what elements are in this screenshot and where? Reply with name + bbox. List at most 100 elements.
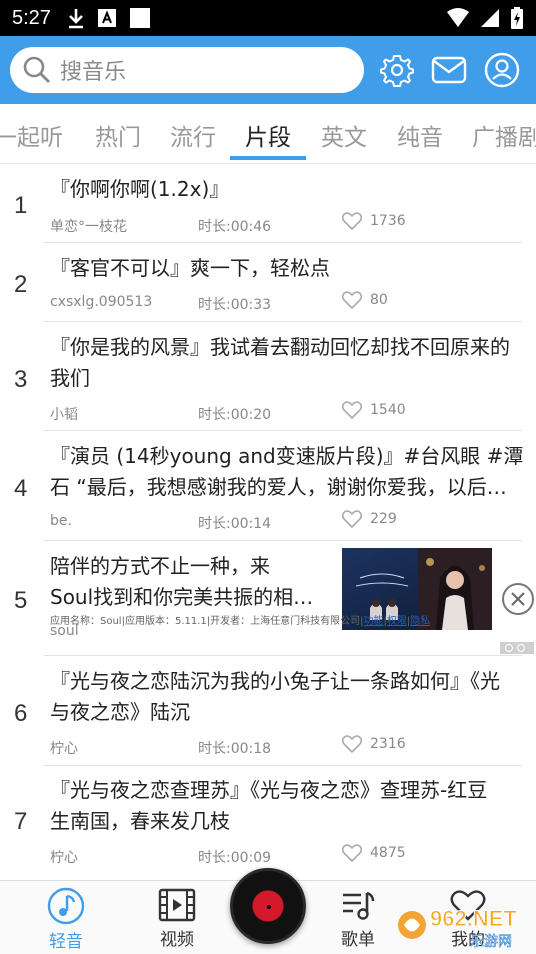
nav-playlist[interactable]: 歌单 [318, 887, 398, 950]
ad-app-info: 应用名称：Soul|应用版本：5.11.1|开发者：上海任意门科技有限公司|功能… [50, 616, 431, 627]
like-count: 80 [370, 292, 388, 308]
like-button[interactable]: 4875 [342, 844, 406, 862]
like-count: 1540 [370, 402, 406, 418]
like-count: 2316 [370, 736, 406, 752]
tab-radio-drama[interactable]: 广播剧 [472, 118, 536, 152]
profile-button[interactable] [482, 50, 522, 90]
list-item[interactable]: 6 『光与夜之恋陆沉为我的小兔子让一条路如何』《光 与夜之恋》陆沉 柠心 时长:… [0, 656, 536, 765]
like-count: 1736 [370, 213, 406, 229]
user-icon [484, 52, 520, 88]
nav-label: 视频 [160, 930, 194, 950]
ad-link-function[interactable]: 功能 [364, 616, 384, 627]
download-icon [68, 9, 83, 29]
list-item[interactable]: 7 『光与夜之恋查理苏』《光与夜之恋》查理苏-红豆 生南国，春来发几枝 柠心 时… [0, 766, 536, 875]
like-button[interactable]: 2316 [342, 735, 406, 753]
active-tab-indicator [230, 156, 306, 160]
song-duration: 时长:00:14 [198, 516, 272, 532]
ad-close-button[interactable] [502, 583, 534, 615]
category-tabs: 一起听 热门 流行 片段 英文 纯音 广播剧 [0, 104, 536, 164]
song-title-line-1: 『演员 (14秒young and变速版片段)』#台风眼 #潭 [50, 444, 524, 468]
heart-icon [342, 844, 362, 862]
search-icon [23, 56, 50, 83]
song-title: 『客官不可以』爽一下，轻松点 [50, 256, 330, 280]
search-placeholder: 搜音乐 [60, 60, 127, 85]
song-title-line-2: 与夜之恋》陆沉 [50, 700, 190, 724]
tab-english[interactable]: 英文 [321, 118, 367, 152]
film-icon [158, 888, 196, 922]
song-title-line-1: 『你是我的风景』我试着去翻动回忆却找不回原来的 [50, 335, 510, 359]
heart-icon [342, 735, 362, 753]
playlist-icon [343, 891, 375, 920]
song-user: cxsxlg.090513 [50, 294, 153, 310]
nav-label: 轻音 [49, 932, 83, 952]
song-user: be. [50, 513, 72, 529]
messages-button[interactable] [429, 50, 469, 90]
ad-link-privacy[interactable]: 隐私 [410, 616, 430, 627]
song-title-line-2: 生南国，春来发几枝 [50, 809, 230, 833]
search-input[interactable]: 搜音乐 [10, 47, 364, 93]
song-title-line-2: 石 “最后，我想感谢我的爱人，谢谢你爱我，以后… [50, 475, 507, 499]
ad-mark-icon [500, 642, 534, 654]
song-user: 小韬 [50, 407, 78, 423]
row-number: 7 [14, 808, 28, 835]
song-user: 单恋°一枝花 [50, 219, 127, 235]
song-duration: 时长:00:33 [198, 297, 272, 313]
like-button[interactable]: 1540 [342, 401, 406, 419]
app-notification-icon [97, 9, 116, 27]
song-title-line-2: 我们 [50, 366, 90, 390]
ad-title-line-1: 陪伴的方式不止一种，来 [50, 554, 270, 578]
nav-video[interactable]: 视频 [137, 887, 217, 950]
watermark-text: 962.NET [430, 906, 517, 931]
heart-icon [342, 212, 362, 230]
song-title-line-1: 『光与夜之恋查理苏』《光与夜之恋》查理苏-红豆 [50, 778, 488, 802]
row-number: 6 [14, 700, 28, 727]
blank-notification-icon [129, 8, 150, 28]
tab-hot[interactable]: 热门 [95, 118, 141, 152]
row-number: 2 [14, 271, 28, 298]
list-item[interactable]: 4 『演员 (14秒young and变速版片段)』#台风眼 #潭 石 “最后，… [0, 431, 536, 540]
nav-light-music[interactable]: 轻音 [26, 887, 106, 952]
like-button[interactable]: 229 [342, 510, 397, 528]
heart-icon [342, 401, 362, 419]
like-button[interactable]: 1736 [342, 212, 406, 230]
like-button[interactable]: 80 [342, 291, 388, 309]
tab-clips[interactable]: 片段 [245, 118, 291, 152]
watermark-subtext: 乐游网 [470, 934, 512, 950]
signal-icon [481, 9, 499, 27]
song-duration: 时长:00:46 [198, 219, 272, 235]
song-title: 『你啊你啊(1.2x)』 [50, 177, 230, 201]
tab-together[interactable]: 一起听 [0, 118, 63, 152]
tab-pop[interactable]: 流行 [170, 118, 216, 152]
row-number: 1 [14, 192, 28, 219]
heart-icon [342, 291, 362, 309]
close-icon [511, 592, 525, 606]
mail-icon [431, 56, 467, 84]
song-title-line-1: 『光与夜之恋陆沉为我的小兔子让一条路如何』《光 [50, 669, 500, 693]
status-time: 5:27 [12, 6, 51, 29]
song-user: 柠心 [50, 741, 78, 757]
status-bar: 5:27 [0, 0, 536, 36]
row-number: 3 [14, 366, 28, 393]
wifi-icon [447, 8, 469, 27]
like-count: 229 [370, 511, 397, 527]
nav-label: 歌单 [341, 930, 375, 950]
song-user: 柠心 [50, 850, 78, 866]
now-playing-vinyl-button[interactable] [230, 868, 306, 944]
gear-icon [380, 55, 414, 87]
row-number: 4 [14, 475, 28, 502]
like-count: 4875 [370, 845, 406, 861]
header: 搜音乐 [0, 36, 536, 104]
site-watermark-logo: 962.NET 乐游网 [396, 900, 536, 950]
song-duration: 时长:00:18 [198, 741, 272, 757]
song-duration: 时长:00:09 [198, 850, 272, 866]
list-item[interactable]: 3 『你是我的风景』我试着去翻动回忆却找不回原来的 我们 小韬 时长:00:20… [0, 322, 536, 430]
ad-link-permission[interactable]: 权限 [387, 616, 407, 627]
tab-instrumental[interactable]: 纯音 [397, 118, 443, 152]
settings-button[interactable] [377, 50, 417, 90]
row-number: 5 [14, 587, 28, 614]
list-item[interactable]: 2 『客官不可以』爽一下，轻松点 cxsxlg.090513 时长:00:33 … [0, 243, 536, 321]
song-duration: 时长:00:20 [198, 407, 272, 423]
ad-title-line-2: Soul找到和你完美共振的相… [50, 585, 314, 609]
list-item[interactable]: 1 『你啊你啊(1.2x)』 单恋°一枝花 时长:00:46 1736 [0, 164, 536, 242]
ad-info-text: 应用名称：Soul|应用版本：5.11.1|开发者：上海任意门科技有限公司| [50, 616, 364, 627]
